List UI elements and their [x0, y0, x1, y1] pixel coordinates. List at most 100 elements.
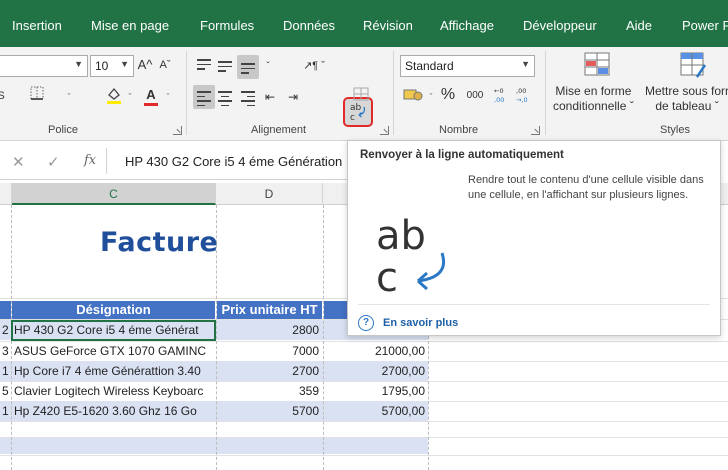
align-top-icon[interactable]	[197, 59, 211, 73]
row-prix[interactable]: 5700	[217, 401, 322, 421]
chevron-down-icon[interactable]: ˇ	[64, 87, 74, 109]
font-size-value: 10	[95, 59, 109, 73]
tooltip-big-bottom: c	[376, 255, 398, 298]
cancel-icon[interactable]: ✕	[12, 153, 25, 171]
font-color-icon[interactable]: A	[142, 85, 160, 107]
row-total[interactable]: 2700,00	[324, 361, 428, 381]
chevron-down-icon[interactable]: ˇ	[426, 87, 436, 109]
help-icon[interactable]: ?	[358, 315, 374, 331]
number-format-value: Standard	[405, 59, 454, 73]
chevron-down-icon[interactable]: ˇ	[262, 57, 274, 79]
row-prix[interactable]: 2800	[217, 320, 322, 340]
align-right-icon[interactable]	[241, 91, 255, 109]
conditional-format-label[interactable]: Mise en forme conditionnelle ˇ	[553, 84, 634, 114]
row-qty[interactable]: 1	[2, 401, 9, 421]
learn-more-link[interactable]: En savoir plus	[383, 317, 458, 329]
row-total[interactable]: 5700,00	[324, 401, 428, 421]
conditional-format-icon[interactable]	[582, 51, 612, 81]
format-table-line1: Mettre sous forr	[645, 84, 728, 98]
ribbon: ▼ 10 ▼ A^ Aˇ S ˇ ˇ A ˇ Police ˇ ↗¶ ˇ ⇤ ⇥ …	[0, 47, 728, 141]
grow-font-button[interactable]: A^	[137, 55, 153, 77]
strikethrough-icon[interactable]: S	[0, 86, 6, 108]
alignement-launcher-icon[interactable]	[380, 126, 389, 135]
police-launcher-icon[interactable]	[173, 126, 182, 135]
svg-text:,00: ,00	[494, 96, 504, 104]
table-header-prix: Prix unitaire HT	[217, 301, 322, 319]
number-format-combo[interactable]: Standard ▼	[400, 55, 535, 77]
tab-affichage[interactable]: Affichage	[440, 18, 494, 33]
row-prix[interactable]: 7000	[217, 341, 322, 361]
confirm-icon[interactable]: ✓	[47, 153, 60, 171]
format-table-icon[interactable]	[678, 51, 708, 81]
row-total[interactable]: 1795,00	[324, 381, 428, 401]
tab-aide[interactable]: Aide	[626, 18, 652, 33]
format-table-label[interactable]: Mettre sous forr de tableau ˇ	[645, 84, 728, 114]
align-center-icon[interactable]	[218, 91, 232, 109]
shrink-font-button[interactable]: Aˇ	[157, 55, 173, 77]
group-separator	[545, 51, 546, 135]
row-designation[interactable]: ASUS GeForce GTX 1070 GAMINC	[14, 341, 214, 361]
decrease-indent-icon[interactable]: ⇤	[262, 87, 278, 109]
group-label-police: Police	[48, 124, 78, 136]
align-bottom-icon[interactable]	[241, 63, 255, 77]
row-designation[interactable]: Hp Z420 E5-1620 3.60 Ghz 16 Go	[14, 401, 214, 421]
row-qty[interactable]: 5	[2, 381, 9, 401]
wrap-text-tooltip: Renvoyer à la ligne automatiquement Rend…	[347, 140, 721, 336]
align-middle-icon[interactable]	[218, 61, 232, 75]
tooltip-big-top: ab	[376, 213, 426, 259]
decimal-decrease-icon[interactable]: ,00 →,0	[515, 85, 533, 107]
align-left-icon[interactable]	[197, 91, 211, 109]
formula-bar: ✕ ✓ fx HP 430 G2 Core i5 4 éme Génératio…	[0, 142, 350, 180]
nombre-launcher-icon[interactable]	[531, 126, 540, 135]
row-qty[interactable]: 2	[2, 320, 9, 340]
select-all-corner[interactable]	[0, 183, 12, 205]
column-header-d[interactable]: D	[216, 183, 323, 205]
tab-power-pivot[interactable]: Power P	[682, 18, 728, 33]
font-name-combo[interactable]: ▼	[0, 55, 88, 77]
formula-input[interactable]: HP 430 G2 Core i5 4 éme Génération	[106, 148, 350, 174]
border-icon[interactable]	[30, 86, 44, 108]
thousands-separator-button[interactable]: 000	[463, 86, 487, 108]
increase-indent-icon[interactable]: ⇥	[285, 87, 301, 109]
row-prix[interactable]: 359	[217, 381, 322, 401]
row-designation[interactable]: Clavier Logitech Wireless Keyboarc	[14, 381, 214, 401]
row-total[interactable]: 21000,00	[324, 341, 428, 361]
percent-button[interactable]: %	[440, 85, 456, 107]
wrap-text-large-icon: ab c	[376, 213, 445, 298]
tab-insertion[interactable]: Insertion	[12, 18, 62, 33]
group-separator	[186, 51, 187, 135]
orientation-icon[interactable]: ↗¶ ˇ	[303, 56, 325, 78]
svg-text:←0: ←0	[494, 87, 504, 95]
tooltip-divider	[358, 304, 710, 305]
tab-developpeur[interactable]: Développeur	[523, 18, 597, 33]
tab-donnees[interactable]: Données	[283, 18, 335, 33]
tab-mise-en-page[interactable]: Mise en page	[91, 18, 169, 33]
accounting-icon[interactable]	[403, 87, 425, 109]
row-qty[interactable]: 3	[2, 341, 9, 361]
format-table-line2: de tableau ˇ	[655, 99, 719, 113]
tab-revision[interactable]: Révision	[363, 18, 413, 33]
insert-function-button[interactable]: fx	[84, 153, 96, 168]
row-designation[interactable]: Hp Core i7 4 éme Générattion 3.40	[14, 361, 214, 381]
row-prix[interactable]: 2700	[217, 361, 322, 381]
row-line	[0, 455, 728, 456]
conditional-format-line1: Mise en forme	[555, 84, 632, 98]
chevron-down-icon[interactable]: ˇ	[125, 87, 135, 109]
font-size-combo[interactable]: 10 ▼	[90, 55, 134, 77]
fill-color-icon[interactable]	[104, 86, 124, 108]
column-header-c[interactable]: C	[12, 183, 216, 205]
tooltip-title: Renvoyer à la ligne automatiquement	[360, 149, 564, 161]
band-row	[0, 438, 428, 454]
decimal-increase-icon[interactable]: ←0,00	[493, 85, 511, 107]
row-line	[0, 421, 728, 422]
merge-icon[interactable]	[347, 87, 375, 109]
column-line	[323, 205, 324, 470]
group-label-alignement: Alignement	[251, 124, 307, 136]
table-header-designation: Désignation	[12, 301, 215, 319]
ribbon-tab-bar: Insertion Mise en page Formules Données …	[0, 0, 728, 47]
chevron-down-icon[interactable]: ˇ	[163, 87, 173, 109]
invoice-title: Facture	[100, 227, 219, 258]
row-qty[interactable]: 1	[2, 361, 9, 381]
tab-formules[interactable]: Formules	[200, 18, 254, 33]
active-cell-selection[interactable]	[11, 320, 216, 341]
